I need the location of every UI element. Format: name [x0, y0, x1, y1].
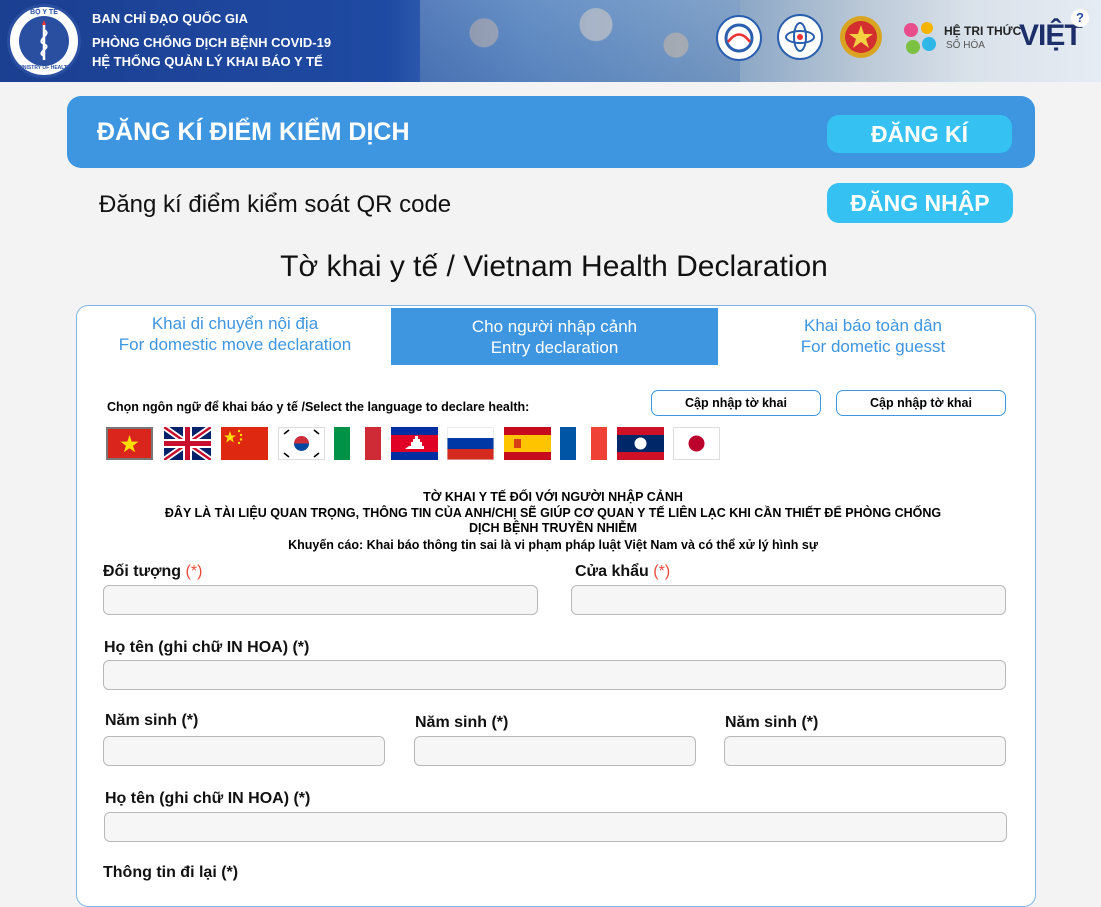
china-flag[interactable]	[221, 427, 268, 460]
doi-tuong-label-text: Đối tượng	[103, 563, 182, 580]
login-button[interactable]: ĐĂNG NHẬP	[827, 183, 1013, 223]
notice-warning: Khuyến cáo: Khai báo thông tin sai là vi…	[288, 538, 818, 552]
italy-flag[interactable]	[334, 427, 381, 460]
cambodia-flag[interactable]	[391, 427, 438, 460]
tab-domestic-move[interactable]: Khai di chuyển nội địa For domestic move…	[85, 313, 385, 355]
ho-ten-field[interactable]	[103, 660, 1006, 690]
register-button[interactable]: ĐĂNG KÍ	[827, 115, 1012, 153]
cua-khau-label-text: Cửa khẩu	[575, 563, 649, 580]
seal-top-text: BỘ Y TẾ	[30, 9, 58, 16]
doi-tuong-label: Đối tượng (*)	[103, 563, 202, 581]
ho-ten-field-2[interactable]	[104, 812, 1007, 842]
vietnam-flag[interactable]	[106, 427, 153, 460]
language-select-label: Chọn ngôn ngữ để khai báo y tế /Select t…	[107, 400, 530, 414]
update-declaration-button-1[interactable]: Cập nhập tờ khai	[651, 390, 821, 416]
doi-tuong-field[interactable]	[103, 585, 538, 615]
declaration-form-card: Khai di chuyển nội địa For domestic move…	[76, 305, 1036, 907]
register-banner: ĐĂNG KÍ ĐIỂM KIỂM DỊCH ĐĂNG KÍ	[67, 96, 1035, 168]
russia-flag[interactable]	[447, 427, 494, 460]
thong-tin-di-lai-label: Thông tin đi lại (*)	[103, 864, 239, 881]
header-line-1: BAN CHỈ ĐẠO QUỐC GIA	[92, 11, 248, 26]
korea-flag[interactable]	[278, 427, 325, 460]
nam-sinh-label-3: Năm sinh (*)	[725, 714, 819, 731]
tab-entry-line2: Entry declaration	[490, 338, 619, 357]
notice-title: TỜ KHAI Y TẾ ĐỐI VỚI NGƯỜI NHẬP CẢNH	[423, 490, 683, 504]
nam-sinh-field-1[interactable]	[103, 736, 385, 766]
tab-all-line2: For dometic guesst	[800, 337, 946, 356]
nam-sinh-label-2: Năm sinh (*)	[415, 714, 509, 731]
ministry-information-logo-icon[interactable]	[716, 15, 762, 61]
cua-khau-field[interactable]	[571, 585, 1006, 615]
qr-register-text: Đăng kí điểm kiểm soát QR code	[99, 191, 452, 218]
site-header: BỘ Y TẾ MINISTRY OF HEALTH BAN CHỈ ĐẠO Q…	[0, 0, 1101, 82]
tab-all-people[interactable]: Khai báo toàn dân For dometic guesst	[723, 315, 1023, 357]
ministry-science-logo-icon[interactable]	[777, 14, 823, 60]
nam-sinh-label-1: Năm sinh (*)	[105, 712, 199, 729]
ho-ten-label-2: Họ tên (ghi chữ IN HOA) (*)	[105, 790, 311, 807]
required-mark: (*)	[185, 563, 203, 580]
brand-sub-text: SỐ HÓA	[946, 40, 985, 51]
help-icon[interactable]: ?	[1071, 9, 1089, 27]
seal-bottom-text: MINISTRY OF HEALTH	[17, 65, 71, 71]
header-photo	[420, 0, 740, 82]
laos-flag[interactable]	[617, 427, 664, 460]
ho-ten-label: Họ tên (ghi chữ IN HOA) (*)	[104, 639, 310, 656]
brand-main-text: VIỆT	[1019, 19, 1083, 52]
header-line-2: PHÒNG CHỐNG DỊCH BỆNH COVID-19	[92, 35, 332, 50]
nam-sinh-field-3[interactable]	[724, 736, 1006, 766]
uk-flag[interactable]	[164, 427, 211, 460]
ministry-of-health-seal[interactable]: BỘ Y TẾ MINISTRY OF HEALTH	[7, 4, 81, 78]
notice-line-2: ĐÂY LÀ TÀI LIỆU QUAN TRỌNG, THÔNG TIN CỦ…	[164, 506, 942, 520]
digital-knowledge-logo-icon[interactable]	[901, 20, 939, 58]
update-declaration-button-2[interactable]: Cập nhập tờ khai	[836, 390, 1006, 416]
header-line-3: HỆ THỐNG QUẢN LÝ KHAI BÁO Y TẾ	[92, 54, 323, 69]
spain-flag[interactable]	[504, 427, 551, 460]
france-flag[interactable]	[560, 427, 607, 460]
tab-domestic-line2: For domestic move declaration	[118, 335, 352, 354]
tab-domestic-line1: Khai di chuyển nội địa	[151, 314, 319, 333]
caduceus-icon	[19, 16, 69, 66]
brand-top-text: HỆ TRI THỨC	[944, 24, 1022, 38]
national-emblem-icon[interactable]	[838, 13, 884, 63]
nam-sinh-field-2[interactable]	[414, 736, 696, 766]
cua-khau-label: Cửa khẩu (*)	[575, 563, 670, 581]
banner-title: ĐĂNG KÍ ĐIỂM KIỂM DỊCH	[97, 118, 410, 146]
notice-line-3: DỊCH BỆNH TRUYỀN NHIỄM	[468, 521, 638, 535]
tab-entry-line1: Cho người nhập cảnh	[471, 317, 638, 336]
tab-entry-declaration[interactable]: Cho người nhập cảnh Entry declaration	[391, 308, 718, 365]
japan-flag[interactable]	[673, 427, 720, 460]
required-mark: (*)	[653, 563, 671, 580]
page-title: Tờ khai y tế / Vietnam Health Declaratio…	[280, 250, 828, 283]
tab-all-line1: Khai báo toàn dân	[803, 316, 942, 335]
